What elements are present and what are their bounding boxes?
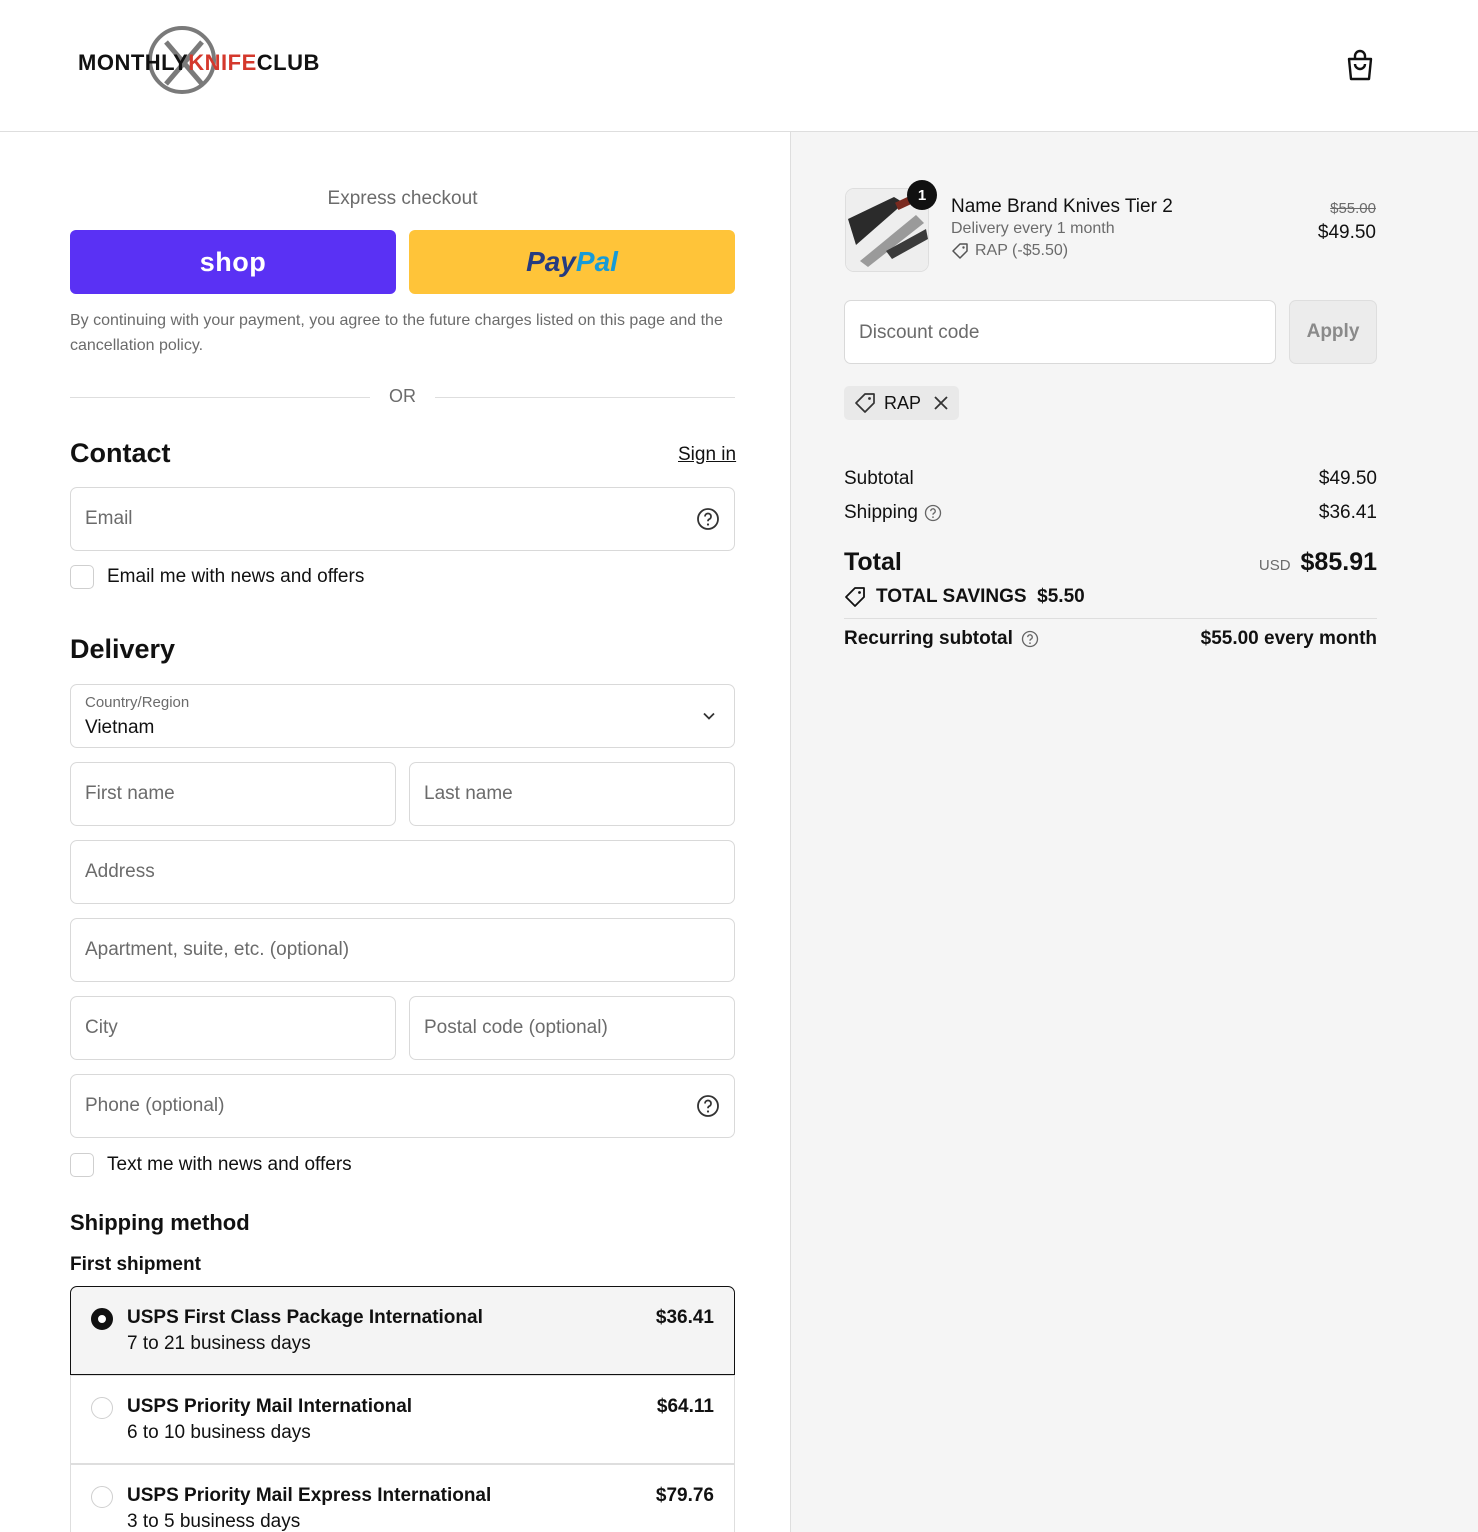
paypal-button[interactable]: Pay Pal xyxy=(409,230,735,294)
product-discount: RAP (-$5.50) xyxy=(951,242,1068,260)
radio[interactable] xyxy=(91,1486,113,1508)
product-original-price: $55.00 xyxy=(1330,200,1376,217)
product-name: Name Brand Knives Tier 2 xyxy=(951,196,1173,217)
product-price: $49.50 xyxy=(1317,222,1376,243)
delivery-heading: Delivery xyxy=(70,634,176,664)
subtotal-row: Subtotal $49.50 xyxy=(844,468,1377,489)
help-circle-icon[interactable] xyxy=(1021,630,1039,648)
checkbox[interactable] xyxy=(70,565,94,589)
payment-consent-text: By continuing with your payment, you agr… xyxy=(70,312,723,354)
shipping-row: Shipping $36.41 xyxy=(844,502,1377,523)
address-field[interactable]: Address xyxy=(70,840,735,904)
shop-pay-button[interactable]: shop xyxy=(70,230,396,294)
postal-code-field[interactable]: Postal code (optional) xyxy=(409,996,735,1060)
checkbox[interactable] xyxy=(70,1153,94,1177)
header: MONTHLYKNIFECLUB xyxy=(0,0,1478,132)
shipping-method-heading: Shipping method xyxy=(70,1210,250,1235)
tag-icon xyxy=(855,393,875,413)
tag-icon xyxy=(845,587,865,607)
sign-in-link[interactable]: Sign in xyxy=(678,444,736,466)
summary-divider xyxy=(844,618,1377,619)
apply-button[interactable]: Apply xyxy=(1289,300,1377,364)
email-news-checkbox[interactable]: Email me with news and offers xyxy=(70,564,364,590)
last-name-field[interactable]: Last name xyxy=(409,762,735,826)
logo-text: MONTHLYKNIFECLUB xyxy=(78,50,320,75)
email-field[interactable]: Email xyxy=(70,487,735,551)
total-savings: TOTAL SAVINGS $5.50 xyxy=(844,586,1085,608)
phone-field[interactable]: Phone (optional) xyxy=(70,1074,735,1138)
recurring-subtotal-row: Recurring subtotal $55.00 every month xyxy=(844,628,1377,649)
tag-icon xyxy=(952,243,968,259)
city-field[interactable]: City xyxy=(70,996,396,1060)
contact-heading: Contact xyxy=(70,438,171,468)
first-shipment-label: First shipment xyxy=(70,1254,201,1275)
help-circle-icon[interactable] xyxy=(696,507,720,531)
shipping-option-express[interactable]: USPS Priority Mail Express International… xyxy=(70,1464,735,1532)
checkout-form: Express checkout shop Pay Pal By continui… xyxy=(0,132,790,1532)
or-divider: OR xyxy=(70,386,735,410)
quantity-badge: 1 xyxy=(907,180,937,210)
order-summary: 1 Name Brand Knives Tier 2 Delivery ever… xyxy=(790,132,1478,1532)
total-row: Total USD $85.91 xyxy=(844,548,1377,576)
apartment-field[interactable]: Apartment, suite, etc. (optional) xyxy=(70,918,735,982)
help-circle-icon[interactable] xyxy=(696,1094,720,1118)
product-delivery: Delivery every 1 month xyxy=(951,220,1115,237)
remove-tag-icon[interactable] xyxy=(933,395,949,411)
chevron-down-icon xyxy=(703,712,715,720)
shipping-option-first-class[interactable]: USPS First Class Package International 7… xyxy=(70,1286,735,1375)
monthly-knife-club-logo[interactable]: MONTHLYKNIFECLUB xyxy=(78,24,319,100)
help-circle-icon[interactable] xyxy=(924,504,942,522)
discount-tag-chip: RAP xyxy=(844,386,960,420)
discount-code-input[interactable]: Discount code xyxy=(844,300,1276,364)
first-name-field[interactable]: First name xyxy=(70,762,396,826)
cart-bag-icon[interactable] xyxy=(1344,48,1376,82)
shipping-option-priority[interactable]: USPS Priority Mail International 6 to 10… xyxy=(70,1375,735,1464)
text-news-checkbox[interactable]: Text me with news and offers xyxy=(70,1152,352,1178)
express-checkout-label: Express checkout xyxy=(327,188,478,209)
radio-selected[interactable] xyxy=(91,1308,113,1330)
country-select[interactable]: Country/Region Vietnam xyxy=(70,684,735,748)
radio[interactable] xyxy=(91,1397,113,1419)
